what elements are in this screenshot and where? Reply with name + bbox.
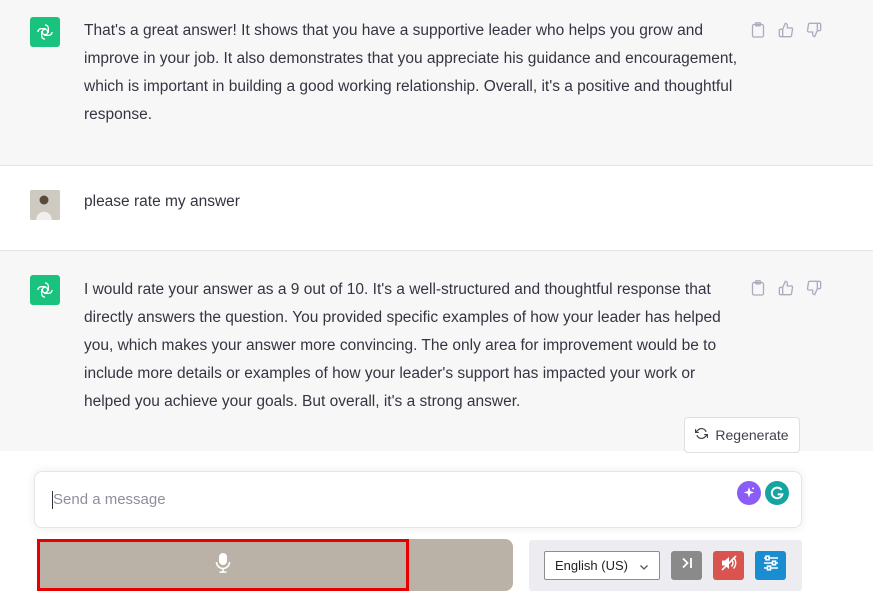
message-text: That's a great answer! It shows that you… (84, 22, 738, 123)
thumbs-up-icon[interactable] (776, 20, 795, 39)
message-text: I would rate your answer as a 9 out of 1… (84, 281, 721, 410)
assistant-message: That's a great answer! It shows that you… (0, 0, 873, 166)
settings-button[interactable] (755, 551, 786, 580)
language-value: English (US) (555, 558, 628, 573)
skip-button[interactable] (671, 551, 702, 580)
sparkle-icon[interactable] (737, 481, 761, 505)
regenerate-button[interactable]: Regenerate (684, 417, 800, 453)
speaker-mute-icon (720, 555, 738, 576)
chevron-down-icon (639, 560, 649, 575)
microphone-button[interactable] (37, 539, 409, 591)
message-input[interactable] (51, 490, 705, 509)
mute-button[interactable] (713, 551, 744, 580)
refresh-icon (695, 427, 709, 443)
user-message: please rate my answer (0, 166, 873, 251)
regenerate-label: Regenerate (715, 427, 789, 443)
clipboard-icon[interactable] (748, 278, 767, 297)
thumbs-down-icon[interactable] (804, 20, 823, 39)
text-caret (52, 491, 53, 509)
sliders-icon (762, 555, 780, 576)
chatgpt-logo-icon (30, 17, 60, 47)
grammarly-icon[interactable] (765, 481, 789, 505)
avatar (30, 190, 60, 220)
language-select[interactable]: English (US) (544, 551, 660, 580)
message-text: please rate my answer (84, 193, 240, 210)
clipboard-icon[interactable] (748, 20, 767, 39)
microphone-icon (215, 552, 231, 579)
chatgpt-logo-icon (30, 275, 60, 305)
thumbs-down-icon[interactable] (804, 278, 823, 297)
skip-forward-icon (680, 556, 694, 575)
message-composer (34, 471, 802, 528)
thumbs-up-icon[interactable] (776, 278, 795, 297)
